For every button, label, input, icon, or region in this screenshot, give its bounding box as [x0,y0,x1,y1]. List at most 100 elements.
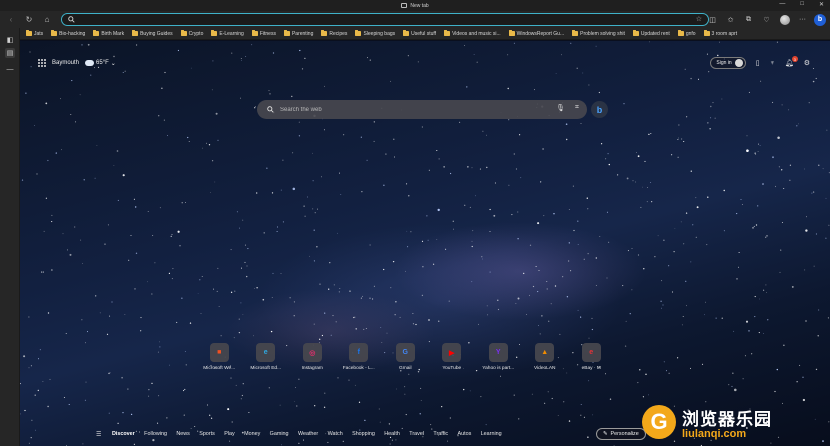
bookmark-label: Birth Mark [101,30,125,37]
maximize-button[interactable]: □ [800,1,804,8]
quick-link-tile[interactable]: e eBay · M [568,343,615,371]
quick-link-tile[interactable]: G Gmail [382,343,429,371]
feed-tab[interactable]: Weather [298,431,318,437]
folder-icon [180,30,187,36]
microphone-icon[interactable]: 🎙︎ [556,104,565,112]
bookmark-folder[interactable]: Useful stuff [403,30,436,37]
address-bar[interactable]: ☆ [61,13,709,26]
feed-tab[interactable]: Play [224,431,235,437]
bing-chat-icon[interactable]: b [591,101,608,118]
feed-tab[interactable]: Traffic [433,431,448,437]
bookmark-folder[interactable]: 3 room aprt [703,30,737,37]
visual-search-icon[interactable]: ⌗ [575,104,579,112]
bookmark-folder[interactable]: WindowsReport Gu... [508,30,564,37]
quick-link-label: Yahoo is part... [482,366,515,371]
quick-link-tile[interactable]: ▲ VideoLAN [522,343,569,371]
refresh-button[interactable]: ↻ [22,13,36,27]
chevron-down-icon: ⌄ [110,60,116,67]
quick-link-label: Facebook - L... [342,366,375,371]
rewards-trophy-icon[interactable]: ♆ [770,60,775,67]
menu-icon[interactable]: ☰ [96,431,101,438]
bookmark-folder[interactable]: gnfo [677,30,696,37]
bookmark-label: Jats [34,30,44,37]
minimize-button[interactable]: — [779,1,785,8]
window-controls: — □ ✕ [779,1,824,8]
tab-actions-icon[interactable]: ◧ [5,35,15,45]
feed-tab[interactable]: Learning [481,431,502,437]
vertical-tab-new-tab[interactable]: ▤ [5,48,15,58]
tab-title[interactable]: New tab [401,3,429,9]
feed-tab[interactable]: Health [384,431,400,437]
personalize-button[interactable]: ✎ Personalize [596,428,646,440]
location-label[interactable]: Baymouth [52,60,79,66]
quick-link-tile[interactable]: Y Yahoo is part... [475,343,522,371]
bookmark-folder[interactable]: Updated rent [632,30,670,37]
bookmark-label: Parenting [291,30,314,37]
quick-link-tile[interactable]: ■ Microsoft We... [196,343,243,371]
personalize-label: Personalize [610,431,639,437]
quick-link-tile[interactable]: ◎ Instagram [289,343,336,371]
feed-tab[interactable]: Money [244,431,260,437]
page-icon [401,3,408,8]
close-button[interactable]: ✕ [819,1,824,8]
back-button[interactable]: ‹ [4,13,18,27]
search-icon [68,16,75,23]
quick-link-tile[interactable]: e Microsoft Ed... [243,343,290,371]
new-tab-plus-icon[interactable]: — [5,64,15,74]
toolbar-actions: ◫ ✩ ⧉ ♡ ··· b [706,13,826,26]
web-search-box[interactable]: 🎙︎ ⌗ [257,100,587,119]
edge-icon: e [256,343,276,362]
feed-tab[interactable]: Sports [199,431,215,437]
bookmark-folder[interactable]: Bio-hacking [51,30,86,37]
feed-tab[interactable]: Gaming [270,431,289,437]
collections-icon[interactable]: ⧉ [742,13,755,26]
watermark-cn-text: 浏览器乐园 [682,409,772,429]
bookmark-folder[interactable]: Problem solving shit [572,30,625,37]
bookmark-folder[interactable]: E-Learning [211,30,244,37]
home-button[interactable]: ⌂ [40,13,54,27]
bookmark-folder[interactable]: Jats [26,30,44,37]
feed-tab[interactable]: Shopping [352,431,375,437]
watermark: G 浏览器乐园 liulanqi.com [642,398,830,446]
feed-tab[interactable]: Following [144,431,167,437]
bookmark-folder[interactable]: Fitness [251,30,276,37]
address-input[interactable] [79,16,679,23]
quick-link-tile[interactable]: f Facebook - L... [336,343,383,371]
sign-in-button[interactable]: Sign in [710,57,746,69]
bookmark-folder[interactable]: Recipes [321,30,347,37]
weather-widget[interactable]: 65°F ⌄ [84,58,116,67]
split-screen-icon[interactable]: ◫ [706,13,719,26]
app-launcher-icon[interactable] [38,59,46,67]
favorite-star-icon[interactable]: ☆ [696,15,702,23]
notifications-bell-icon[interactable]: 🔔︎ 3 [785,56,798,67]
favorites-icon[interactable]: ✩ [724,13,737,26]
folder-icon [403,30,410,36]
mobile-icon[interactable]: ▯ [756,59,760,67]
bookmark-label: Bio-hacking [59,30,86,37]
feed-tab[interactable]: Travel [409,431,424,437]
browser-essentials-icon[interactable]: ♡ [760,13,773,26]
folder-icon [93,30,100,36]
bookmark-folder[interactable]: Crypto [180,30,203,37]
watermark-logo: G [642,405,676,439]
bookmark-folder[interactable]: Birth Mark [93,30,125,37]
google-icon: G [395,343,415,362]
quick-link-tile[interactable]: ▶ YouTube [429,343,476,371]
profile-button[interactable] [778,13,791,26]
bookmark-folder[interactable]: Parenting [283,30,314,37]
bookmark-folder[interactable]: Videos and music si... [444,30,501,37]
folder-icon [132,30,139,36]
bookmark-folder[interactable]: Buying Guides [132,30,173,37]
feed-tab[interactable]: Watch [328,431,343,437]
quick-link-label: eBay · M [581,366,601,371]
web-search-input[interactable] [280,106,530,113]
feed-tab[interactable]: Autos [458,431,472,437]
feed-tab[interactable]: Discover [112,431,135,437]
bing-copilot-icon[interactable]: b [814,13,826,26]
temperature-label: 65°F [96,60,109,66]
feed-tab[interactable]: News [176,431,189,437]
bookmark-folder[interactable]: Sleeping bags [355,30,395,37]
back-arrow-icon: ‹ [9,15,13,24]
more-options-icon[interactable]: ··· [796,13,809,26]
page-settings-gear-icon[interactable]: ⚙ [804,59,810,67]
